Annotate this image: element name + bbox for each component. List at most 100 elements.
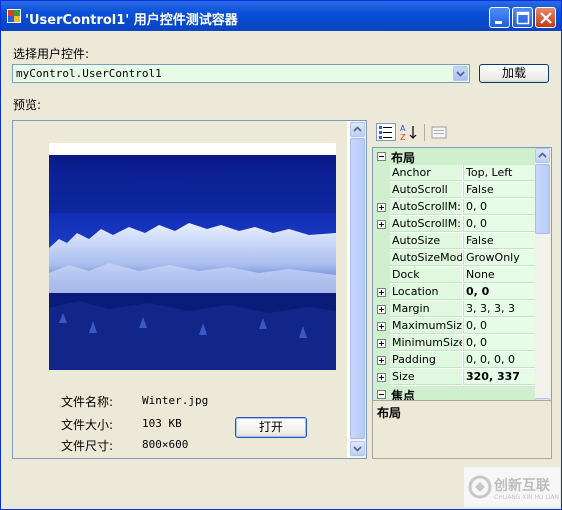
info-value-name: Winter.jpg — [142, 394, 209, 407]
scroll-up-button[interactable] — [535, 148, 550, 163]
property-value[interactable]: False — [463, 182, 535, 198]
scroll-down-button[interactable] — [350, 441, 365, 456]
scroll-thumb[interactable] — [350, 138, 365, 439]
expand-icon[interactable] — [377, 322, 386, 331]
property-help-panel: 布局 — [372, 400, 552, 459]
control-combobox[interactable]: myControl.UserControl1 — [12, 64, 470, 83]
app-window: 'UserControl1' 用户控件测试容器 选择用户控件: myContro… — [0, 0, 562, 510]
property-name: AutoScroll — [390, 182, 462, 198]
property-value[interactable]: 0, 0, 0, 0 — [463, 352, 535, 368]
property-value[interactable]: Top, Left — [463, 165, 535, 181]
property-row[interactable]: Size 320, 337 — [373, 369, 535, 386]
property-value[interactable]: 0, 0 — [463, 318, 535, 334]
property-row[interactable]: Dock None — [373, 267, 535, 284]
property-name: AutoSize — [390, 233, 462, 249]
property-value[interactable]: GrowOnly — [463, 250, 535, 266]
property-value[interactable]: False — [463, 233, 535, 249]
svg-text:A: A — [400, 124, 406, 133]
title-bar[interactable]: 'UserControl1' 用户控件测试容器 — [1, 1, 561, 31]
expand-icon[interactable] — [377, 220, 386, 229]
row-gutter — [373, 318, 390, 335]
property-row[interactable]: MinimumSize 0, 0 — [373, 335, 535, 352]
app-icon — [7, 9, 21, 23]
alphabetical-button[interactable]: A Z — [399, 123, 419, 142]
property-row[interactable]: Location 0, 0 — [373, 284, 535, 301]
chevron-down-icon — [456, 71, 465, 77]
expand-icon[interactable] — [377, 373, 386, 382]
winter-landscape-image — [49, 143, 336, 370]
row-gutter — [373, 182, 390, 199]
category-layout[interactable]: 布局 — [373, 148, 535, 165]
svg-text:Z: Z — [400, 133, 406, 141]
property-row[interactable]: AutoScroll False — [373, 182, 535, 199]
property-scrollbar[interactable] — [535, 148, 551, 414]
property-name: Padding — [390, 352, 462, 368]
property-name: Size — [390, 369, 462, 385]
row-gutter — [373, 250, 390, 267]
alphabetical-icon: A Z — [400, 124, 417, 142]
help-title: 布局 — [377, 406, 402, 420]
brand-name: 创新互联 — [494, 478, 550, 494]
property-value[interactable]: 0, 0 — [463, 199, 535, 215]
preview-scrollbar[interactable] — [350, 121, 366, 458]
property-grid: A Z 布局 Anchor Top, Left AutoScroll False Aut… — [372, 120, 552, 459]
close-button[interactable] — [535, 7, 556, 28]
property-value[interactable]: 320, 337 — [463, 369, 535, 385]
open-button[interactable]: 打开 — [235, 417, 307, 438]
property-name: AutoScrollM: — [390, 199, 462, 215]
expand-icon[interactable] — [377, 288, 386, 297]
minimize-icon — [495, 21, 502, 24]
load-button[interactable]: 加载 — [479, 64, 549, 83]
property-row[interactable]: AutoSize False — [373, 233, 535, 250]
property-name: Location — [390, 284, 462, 300]
property-row[interactable]: AutoSizeModeGrowOnly — [373, 250, 535, 267]
property-row[interactable]: AutoScrollM: 0, 0 — [373, 216, 535, 233]
preview-margin — [13, 121, 33, 458]
property-value[interactable]: 3, 3, 3, 3 — [463, 301, 535, 317]
expand-icon[interactable] — [377, 339, 386, 348]
row-gutter — [373, 233, 390, 250]
expand-icon[interactable] — [377, 356, 386, 365]
row-gutter — [373, 301, 390, 318]
property-name: MaximumSize — [390, 318, 462, 334]
scroll-up-button[interactable] — [350, 122, 365, 137]
property-row[interactable]: AutoScrollM: 0, 0 — [373, 199, 535, 216]
combobox-value: myControl.UserControl1 — [16, 67, 162, 80]
chevron-down-icon — [353, 446, 362, 452]
property-value[interactable]: 0, 0 — [463, 335, 535, 351]
property-row[interactable]: Anchor Top, Left — [373, 165, 535, 182]
chevron-up-icon — [353, 126, 362, 132]
toolbar-separator — [424, 124, 425, 141]
scroll-thumb[interactable] — [535, 164, 550, 234]
property-row[interactable]: MaximumSize 0, 0 — [373, 318, 535, 335]
property-value[interactable]: 0, 0 — [463, 284, 535, 300]
expand-icon[interactable] — [377, 203, 386, 212]
property-row[interactable]: Padding 0, 0, 0, 0 — [373, 352, 535, 369]
dropdown-button[interactable] — [453, 66, 468, 81]
property-name: AutoScrollM: — [390, 216, 462, 232]
categorized-icon — [379, 126, 392, 139]
row-gutter — [373, 165, 390, 182]
collapse-icon[interactable] — [377, 152, 386, 161]
property-name: AutoSizeMode — [390, 250, 462, 266]
property-row[interactable]: Margin 3, 3, 3, 3 — [373, 301, 535, 318]
property-name: Dock — [390, 267, 462, 283]
property-pages-button[interactable] — [429, 123, 449, 141]
minimize-button[interactable] — [489, 7, 510, 28]
preview-label: 预览: — [13, 98, 42, 112]
brand-subtitle: CHUANG XIN HU LIAN — [494, 494, 560, 501]
maximize-button[interactable] — [512, 7, 533, 28]
property-value[interactable]: None — [463, 267, 535, 283]
property-value[interactable]: 0, 0 — [463, 216, 535, 232]
row-gutter — [373, 267, 390, 284]
property-name: Margin — [390, 301, 462, 317]
property-name: Anchor — [390, 165, 462, 181]
expand-icon[interactable] — [377, 305, 386, 314]
brand-logo-icon — [468, 475, 492, 499]
row-gutter — [373, 335, 390, 352]
categorized-button[interactable] — [376, 123, 396, 141]
info-label-size: 文件大小: — [61, 418, 114, 432]
info-label-name: 文件名称: — [61, 395, 114, 409]
collapse-icon[interactable] — [377, 390, 386, 399]
property-list[interactable]: 布局 Anchor Top, Left AutoScroll False AutoScr… — [372, 147, 552, 415]
